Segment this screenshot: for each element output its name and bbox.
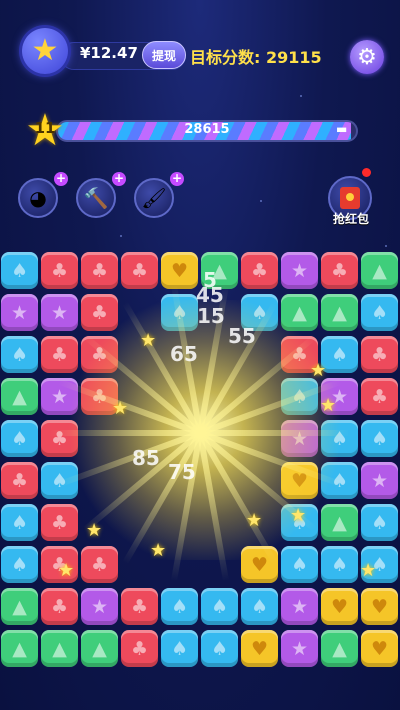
background-star xyxy=(120,235,122,237)
blue-block[interactable]: ♠ xyxy=(321,420,358,457)
red-block[interactable]: ♣ xyxy=(81,546,118,583)
red-block[interactable]: ♣ xyxy=(81,378,118,415)
withdraw-button[interactable]: 提现 xyxy=(142,41,186,69)
color-wheel-tool-button[interactable]: ◕ xyxy=(18,178,58,218)
red-block[interactable]: ♣ xyxy=(41,420,78,457)
red-block[interactable]: ♣ xyxy=(1,462,38,499)
level-number: 11 xyxy=(34,119,56,137)
money-balance: ¥12.47 xyxy=(80,44,138,62)
blue-block[interactable]: ♠ xyxy=(281,504,318,541)
purple-block[interactable]: ★ xyxy=(41,294,78,331)
purple-block[interactable]: ★ xyxy=(1,294,38,331)
blue-block[interactable]: ♠ xyxy=(161,588,198,625)
red-block[interactable]: ♣ xyxy=(81,336,118,373)
red-block[interactable]: ♣ xyxy=(241,252,278,289)
blue-block[interactable]: ♠ xyxy=(281,546,318,583)
yellow-block[interactable]: ♥ xyxy=(361,630,398,667)
yellow-block[interactable]: ♥ xyxy=(281,462,318,499)
red-block[interactable]: ♣ xyxy=(361,378,398,415)
blue-block[interactable]: ♠ xyxy=(361,546,398,583)
red-block[interactable]: ♣ xyxy=(121,252,158,289)
yellow-block[interactable]: ♥ xyxy=(321,588,358,625)
blue-block[interactable]: ♠ xyxy=(41,462,78,499)
red-block[interactable]: ♣ xyxy=(121,630,158,667)
game-board[interactable]: ♠ ♣ ♣ ♣ ♥ ▲ ♣ ★ ♣ ▲ ★ ★ ♣ ♠ ♠ ▲ ▲ ♠ ♠ ♣ ♣ ♣ ♠ ♣ ▲ ★ ♣ ♠ ★ ♣ ♠ ♣ ★ ♠ ♠ ♣ ♠ ♥ ♠ ★… xyxy=(0,252,400,676)
purple-block[interactable]: ★ xyxy=(281,588,318,625)
blue-block[interactable]: ♠ xyxy=(281,378,318,415)
purple-block[interactable]: ★ xyxy=(321,378,358,415)
blue-block[interactable]: ♠ xyxy=(361,504,398,541)
blue-block[interactable]: ♠ xyxy=(321,546,358,583)
red-block[interactable]: ♣ xyxy=(321,252,358,289)
blue-block[interactable]: ♠ xyxy=(361,294,398,331)
green-block[interactable]: ▲ xyxy=(321,504,358,541)
blue-block[interactable]: ♠ xyxy=(201,630,238,667)
red-block[interactable]: ♣ xyxy=(41,588,78,625)
green-block[interactable]: ▲ xyxy=(201,252,238,289)
purple-block[interactable]: ★ xyxy=(361,462,398,499)
hammer-tool-button[interactable]: 🔨 xyxy=(76,178,116,218)
green-block[interactable]: ▲ xyxy=(361,252,398,289)
blue-block[interactable]: ♠ xyxy=(321,336,358,373)
background-star xyxy=(300,95,302,97)
hammer-icon: 🔨 xyxy=(83,186,109,210)
green-block[interactable]: ▲ xyxy=(41,630,78,667)
blue-block[interactable]: ♠ xyxy=(241,588,278,625)
purple-block[interactable]: ★ xyxy=(281,630,318,667)
purple-block[interactable]: ★ xyxy=(281,420,318,457)
blue-block[interactable]: ♠ xyxy=(161,294,198,331)
green-block[interactable]: ▲ xyxy=(1,630,38,667)
gear-icon: ⚙ xyxy=(357,44,377,70)
green-block[interactable]: ▲ xyxy=(1,378,38,415)
blue-block[interactable]: ♠ xyxy=(1,546,38,583)
purple-block[interactable]: ★ xyxy=(81,588,118,625)
blue-block[interactable]: ♠ xyxy=(1,504,38,541)
blue-block[interactable]: ♠ xyxy=(201,588,238,625)
notification-dot xyxy=(362,168,371,177)
background-star xyxy=(385,245,387,247)
target-score: 目标分数: 29115 xyxy=(190,48,322,67)
red-block[interactable]: ♣ xyxy=(81,294,118,331)
green-block[interactable]: ▲ xyxy=(321,630,358,667)
settings-button[interactable]: ⚙ xyxy=(350,40,384,74)
add-brush-button[interactable]: + xyxy=(170,172,184,186)
red-block[interactable]: ♣ xyxy=(81,252,118,289)
avatar[interactable]: ★ xyxy=(22,28,68,74)
red-envelope-icon xyxy=(340,187,360,209)
brush-icon: 🖌 xyxy=(141,186,167,210)
red-block[interactable]: ♣ xyxy=(41,336,78,373)
green-block[interactable]: ▲ xyxy=(281,294,318,331)
progress-end-marker: ▬ xyxy=(336,122,348,136)
red-packet-label: 抢红包 xyxy=(332,212,369,226)
red-block[interactable]: ♣ xyxy=(361,336,398,373)
color-wheel-icon: ◕ xyxy=(29,186,47,210)
blue-block[interactable]: ♠ xyxy=(241,294,278,331)
red-block[interactable]: ♣ xyxy=(41,546,78,583)
purple-block[interactable]: ★ xyxy=(281,252,318,289)
blue-block[interactable]: ♠ xyxy=(1,336,38,373)
red-block[interactable]: ♣ xyxy=(121,588,158,625)
red-block[interactable]: ♣ xyxy=(41,252,78,289)
blue-block[interactable]: ♠ xyxy=(321,462,358,499)
add-color-wheel-button[interactable]: + xyxy=(54,172,68,186)
red-block[interactable]: ♣ xyxy=(281,336,318,373)
yellow-block[interactable]: ♥ xyxy=(241,546,278,583)
add-hammer-button[interactable]: + xyxy=(112,172,126,186)
blue-block[interactable]: ♠ xyxy=(1,420,38,457)
yellow-block[interactable]: ♥ xyxy=(361,588,398,625)
purple-block[interactable]: ★ xyxy=(41,378,78,415)
blue-block[interactable]: ♠ xyxy=(161,630,198,667)
green-block[interactable]: ▲ xyxy=(321,294,358,331)
blue-block[interactable]: ♠ xyxy=(1,252,38,289)
brush-tool-button[interactable]: 🖌 xyxy=(134,178,174,218)
blue-block[interactable]: ♠ xyxy=(361,420,398,457)
current-score: 28615 xyxy=(184,122,230,137)
star-face-icon: ★ xyxy=(31,33,59,68)
green-block[interactable]: ▲ xyxy=(1,588,38,625)
yellow-block[interactable]: ♥ xyxy=(241,630,278,667)
red-block[interactable]: ♣ xyxy=(41,504,78,541)
green-block[interactable]: ▲ xyxy=(81,630,118,667)
yellow-block[interactable]: ♥ xyxy=(161,252,198,289)
background-star xyxy=(260,200,262,202)
